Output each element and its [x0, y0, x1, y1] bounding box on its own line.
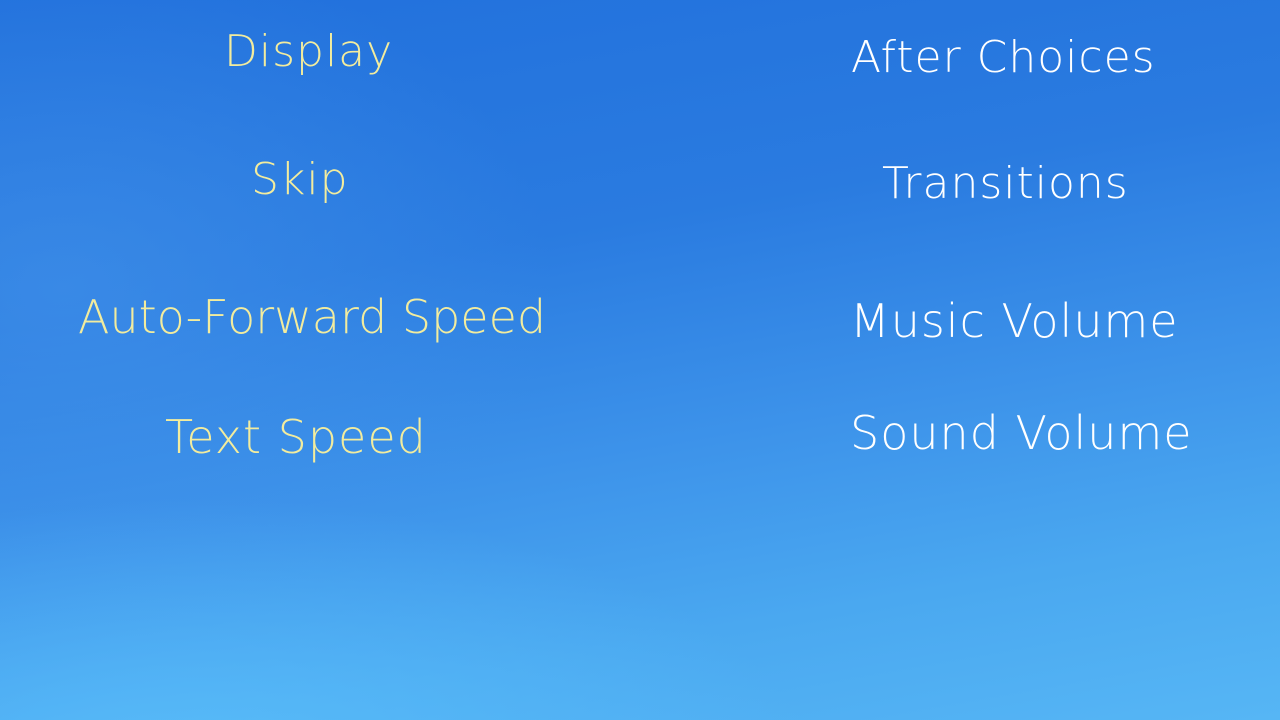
- skip-label: Skip: [251, 154, 349, 205]
- after-choices-label: After Choices: [851, 32, 1156, 83]
- auto-forward-speed-label: Auto-Forward Speed: [78, 290, 547, 344]
- text-speed-label: Text Speed: [165, 410, 427, 464]
- music-volume-label: Music Volume: [850, 294, 1179, 348]
- transitions-label: Transitions: [882, 158, 1129, 209]
- display-label: Display: [224, 26, 394, 77]
- sound-volume-label: Sound Volume: [850, 406, 1193, 460]
